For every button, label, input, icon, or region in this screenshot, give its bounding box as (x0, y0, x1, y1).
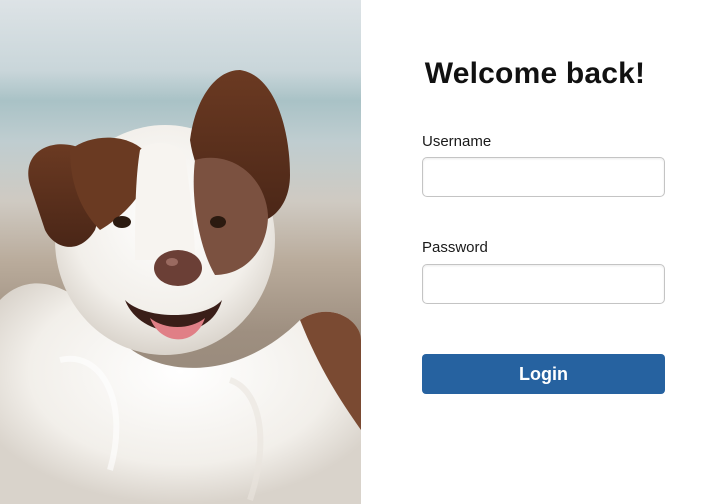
login-button[interactable]: Login (422, 354, 665, 394)
password-label: Password (422, 239, 488, 256)
login-page: Welcome back! Username Password Login (0, 0, 709, 504)
dog-photo (0, 0, 361, 504)
login-form: Welcome back! Username Password Login (361, 0, 709, 504)
dog-illustration (0, 70, 361, 504)
password-field[interactable] (422, 264, 665, 304)
page-title: Welcome back! (424, 57, 646, 90)
username-label: Username (422, 133, 492, 150)
username-field[interactable] (422, 157, 665, 197)
